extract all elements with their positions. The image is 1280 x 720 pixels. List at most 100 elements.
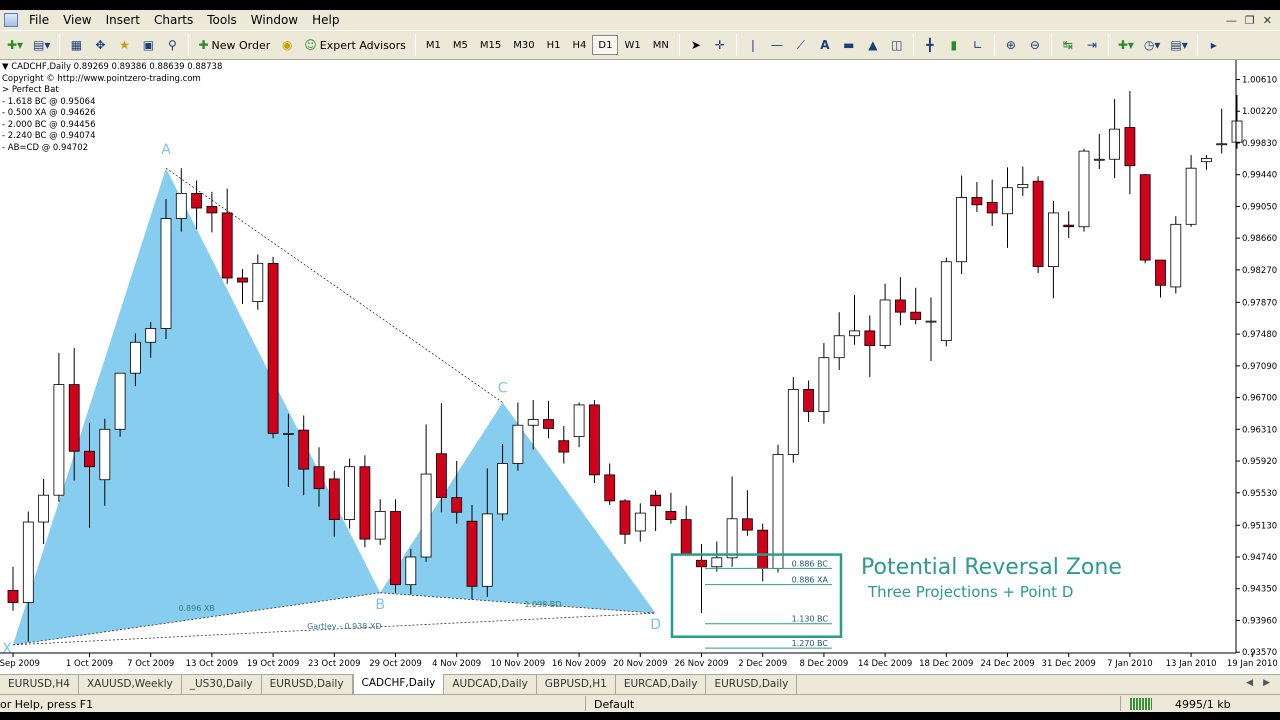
line-chart-icon[interactable]: ∟: [967, 34, 989, 56]
autoscroll-icon[interactable]: ↹: [1057, 34, 1079, 56]
tab-eurusd-daily[interactable]: EURUSD,Daily: [262, 675, 353, 694]
price-tick-label: 0.96700: [1242, 394, 1277, 404]
timeframe-m1[interactable]: M1: [420, 35, 447, 55]
crosshair-icon[interactable]: ✛: [709, 34, 731, 56]
status-traffic: 4995/1 kb: [1175, 698, 1231, 711]
candle-body: [1139, 174, 1151, 261]
arrow-icon[interactable]: ▲: [862, 34, 884, 56]
candle-body: [282, 432, 294, 435]
tab-scroll-right-icon[interactable]: ▶: [1263, 678, 1270, 694]
candle-body: [772, 454, 784, 569]
time-tick-label: 31 Dec 2009: [1042, 659, 1096, 669]
timeframe-m5[interactable]: M5: [447, 35, 474, 55]
tab-eurusd-daily-2[interactable]: EURUSD,Daily: [706, 675, 798, 694]
tab-eurcad-daily[interactable]: EURCAD,Daily: [616, 675, 707, 694]
candlesticks-icon[interactable]: ▮: [943, 34, 965, 56]
toolbar-separator: [912, 34, 914, 56]
toolbar-more-icon[interactable]: ▸: [1203, 34, 1225, 56]
zoom-out-icon[interactable]: ⊖: [1024, 34, 1046, 56]
tab-xauusd-weekly[interactable]: XAUUSD,Weekly: [79, 675, 182, 694]
price-tick-label: 0.99440: [1242, 171, 1277, 181]
candle-body: [191, 193, 203, 209]
candle-body: [634, 512, 646, 532]
metaeditor-icon[interactable]: ◉: [276, 34, 298, 56]
collapse-triangle-icon[interactable]: ▼: [2, 62, 9, 72]
expert-advisors-button[interactable]: ☺ Expert Advisors: [300, 34, 410, 56]
candle-body: [910, 311, 922, 320]
menu-insert[interactable]: Insert: [99, 13, 147, 27]
candle-body: [879, 299, 891, 346]
text-label-icon[interactable]: ◫: [886, 34, 908, 56]
new-order-button[interactable]: ✚ New Order: [194, 34, 274, 56]
text-icon[interactable]: A: [814, 34, 836, 56]
timeframe-m30[interactable]: M30: [507, 35, 540, 55]
candle-body: [405, 556, 417, 586]
trendline-icon[interactable]: ⟋: [790, 34, 812, 56]
timeframe-d1[interactable]: D1: [592, 35, 619, 55]
tab-gbpusd-h1[interactable]: GBPUSD,H1: [537, 675, 616, 694]
prz-level-label: 0.886 BC: [792, 559, 829, 568]
vertical-line-icon[interactable]: ❘: [742, 34, 764, 56]
time-tick-label: 7 Oct 2009: [127, 659, 174, 669]
candle-body: [38, 494, 49, 523]
pattern-point-label: X: [2, 641, 12, 657]
menu-view[interactable]: View: [56, 13, 98, 27]
prz-level-label: 0.886 XA: [792, 576, 829, 585]
rectangle-icon[interactable]: ▬: [838, 34, 860, 56]
minimize-icon[interactable]: —: [1226, 14, 1237, 27]
price-tick-label: 0.93960: [1242, 616, 1277, 626]
new-chart-icon[interactable]: ✚▾: [3, 34, 27, 56]
horizontal-line-icon[interactable]: —: [766, 34, 788, 56]
timeframe-h4[interactable]: H4: [567, 35, 593, 55]
cursor-icon[interactable]: ➤: [685, 34, 707, 56]
statusbar: or Help, press F1 Default 4995/1 kb: [0, 694, 1280, 712]
profiles-icon[interactable]: ▤▾: [29, 34, 54, 56]
terminal-icon[interactable]: ▣: [137, 34, 159, 56]
bar-chart-icon[interactable]: ╋: [919, 34, 941, 56]
timeframe-w1[interactable]: W1: [618, 35, 646, 55]
menu-help[interactable]: Help: [305, 13, 346, 27]
candle-body: [84, 450, 95, 468]
menu-charts[interactable]: Charts: [147, 13, 200, 27]
menu-file[interactable]: File: [22, 13, 56, 27]
market-watch-icon[interactable]: ▦: [65, 34, 87, 56]
tab-audcad-daily[interactable]: AUDCAD,Daily: [444, 675, 537, 694]
chart-shift-icon[interactable]: ⇥: [1081, 34, 1103, 56]
tab-scroll-left-icon[interactable]: ◀: [1246, 678, 1253, 694]
candle-body: [680, 519, 692, 555]
time-tick-label: 13 Jan 2010: [1166, 659, 1217, 669]
time-tick-label: 16 Nov 2009: [552, 659, 606, 669]
timeframe-m15[interactable]: M15: [474, 35, 507, 55]
candle-body: [22, 521, 34, 603]
pattern-ratio-label: 0.896 XB: [178, 604, 214, 613]
tab-eurusd-h4[interactable]: EURUSD,H4: [0, 675, 79, 694]
candle-body: [803, 389, 814, 412]
tab-us30-daily[interactable]: _US30,Daily: [182, 675, 262, 694]
templates-icon[interactable]: ▤▾: [1166, 34, 1191, 56]
zoom-in-icon[interactable]: ⊕: [1000, 34, 1022, 56]
close-icon[interactable]: ✕: [1263, 14, 1272, 27]
toolbar-separator: [678, 34, 680, 56]
candle-body: [1002, 187, 1013, 215]
time-tick-label: 20 Nov 2009: [613, 659, 667, 669]
menu-window[interactable]: Window: [244, 13, 305, 27]
tab-cadchf-daily[interactable]: CADCHF,Daily: [352, 674, 445, 694]
strategy-tester-icon[interactable]: ⚲: [161, 34, 183, 56]
status-divider: [585, 696, 586, 711]
candle-body: [818, 357, 830, 412]
data-window-icon[interactable]: ✥: [89, 34, 111, 56]
periods-icon[interactable]: ◷▾: [1140, 34, 1165, 56]
status-divider: [1120, 696, 1121, 711]
chart-window[interactable]: 0.886 BC 0.886 XA 1.130 BC 1.270 BC Potentia…: [0, 60, 1280, 674]
candle-body: [573, 404, 585, 438]
restore-icon[interactable]: ❐: [1245, 14, 1255, 27]
price-tick-label: 0.94740: [1242, 553, 1277, 563]
candle-body: [114, 372, 126, 430]
timeframe-mn[interactable]: MN: [647, 35, 675, 55]
candle-body: [757, 529, 769, 569]
timeframe-h1[interactable]: H1: [541, 35, 567, 55]
indicators-icon[interactable]: ✚▾: [1114, 34, 1138, 56]
navigator-icon[interactable]: ★: [113, 34, 135, 56]
candle-body: [435, 453, 447, 499]
menu-tools[interactable]: Tools: [200, 13, 244, 27]
